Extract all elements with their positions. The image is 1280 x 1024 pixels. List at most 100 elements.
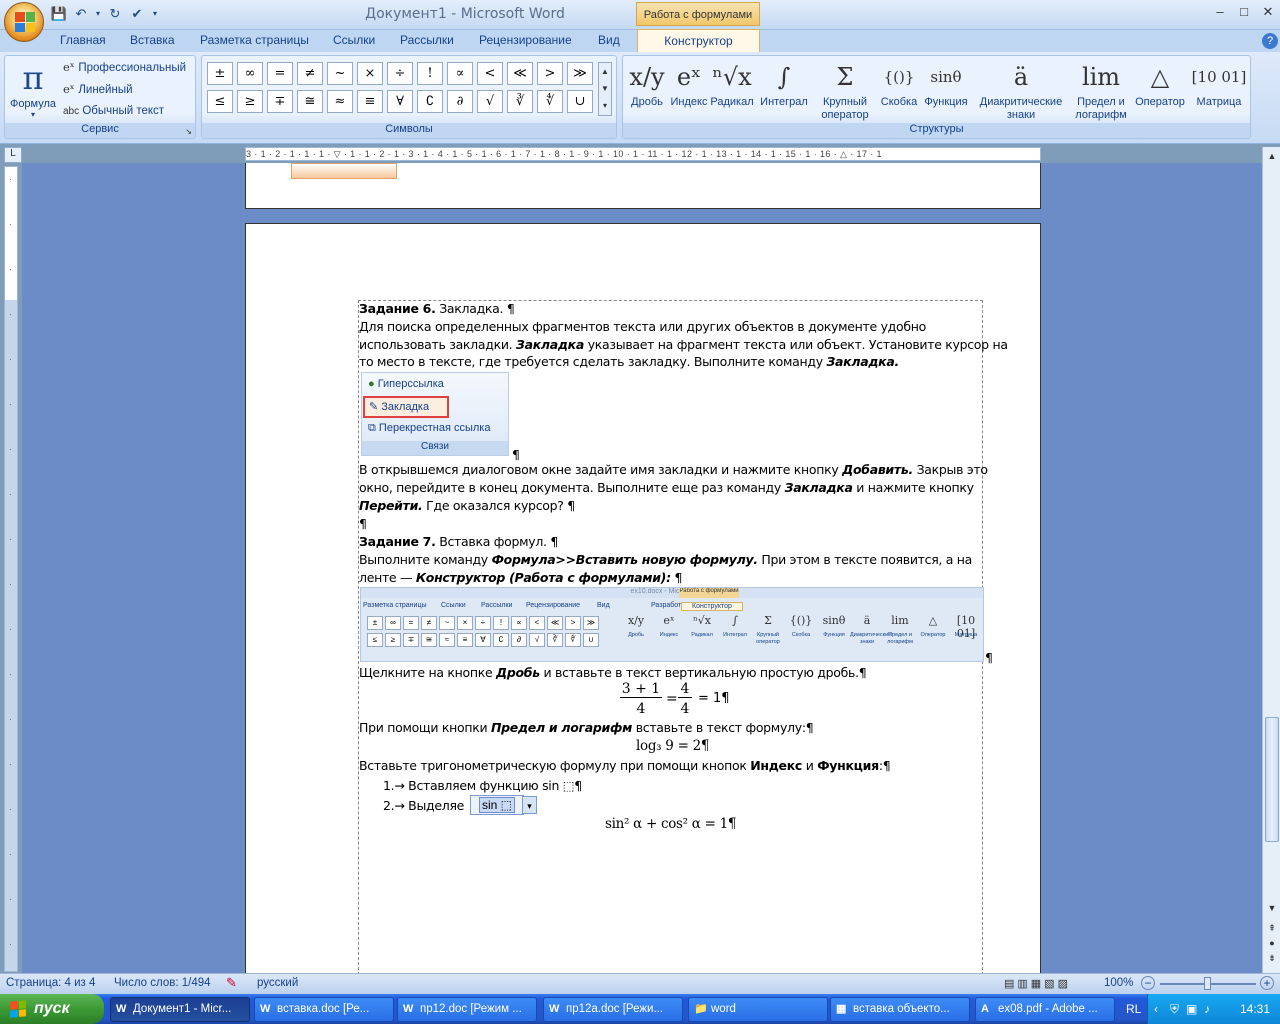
tab-references[interactable]: Ссылки — [333, 33, 375, 47]
symbol-button[interactable]: ∁ — [417, 90, 443, 113]
taskbar-button[interactable]: 📁 word — [688, 997, 828, 1022]
tab-insert[interactable]: Вставка — [130, 33, 175, 47]
ruler-tab-selector[interactable]: L — [4, 147, 22, 163]
symbol-button[interactable]: ≫ — [567, 62, 593, 85]
dialog-launcher-icon[interactable]: ↘ — [185, 127, 192, 136]
symbol-button[interactable]: ÷ — [387, 62, 413, 85]
network-icon[interactable]: ▣ — [1186, 994, 1197, 1024]
scroll-down-icon[interactable]: ▼ — [1265, 903, 1279, 917]
structure-button[interactable]: ∫ Интеграл — [757, 58, 811, 109]
symbol-button[interactable]: ∜ — [537, 90, 563, 113]
tab-design[interactable]: Конструктор — [637, 29, 760, 53]
zoom-in-icon[interactable]: + — [1260, 976, 1274, 990]
symbol-button[interactable]: ≈ — [327, 90, 353, 113]
clock[interactable]: 14:31 — [1240, 994, 1270, 1024]
language-indicator[interactable]: русский — [257, 977, 298, 989]
tab-page-layout[interactable]: Разметка страницы — [200, 33, 309, 47]
tray-collapse-icon[interactable]: ‹ — [1154, 994, 1158, 1024]
structure-button[interactable]: [10 01] Матрица — [1191, 58, 1247, 109]
formula-button[interactable]: π Формула ▾ — [7, 58, 59, 122]
vertical-ruler[interactable]: · · · · · · · · · · · · · · · · · · — [4, 166, 18, 972]
symbol-button[interactable]: > — [537, 62, 563, 85]
taskbar-button[interactable]: Wпр12.doc [Режим ... — [397, 997, 537, 1022]
symbol-button[interactable]: ∓ — [267, 90, 293, 113]
fraction-formula[interactable]: 3 + 1 4 = 4 4 = 1¶ — [620, 681, 760, 721]
trig-formula[interactable]: sin² α + cos² α = 1¶ — [605, 815, 736, 833]
symbol-button[interactable]: ≥ — [237, 90, 263, 113]
undo-dropdown-icon[interactable]: ▾ — [94, 5, 102, 23]
scroll-thumb[interactable] — [1265, 717, 1279, 842]
zoom-out-icon[interactable]: − — [1141, 976, 1155, 990]
plain-text-button[interactable]: abc Обычный текст — [63, 105, 164, 117]
minimize-button[interactable]: – — [1208, 4, 1232, 22]
maximize-button[interactable]: □ — [1232, 4, 1256, 22]
symbol-button[interactable]: ≪ — [507, 62, 533, 85]
symbol-button[interactable]: ≅ — [297, 90, 323, 113]
symbol-button[interactable]: ± — [207, 62, 233, 85]
symbol-button[interactable]: ∛ — [507, 90, 533, 113]
structure-button[interactable]: Σ Крупный оператор — [815, 58, 875, 122]
zoom-level[interactable]: 100% — [1104, 977, 1133, 989]
structure-button[interactable]: lim Предел и логарифм — [1071, 58, 1131, 122]
volume-icon[interactable]: ♪ — [1204, 994, 1210, 1024]
symbol-button[interactable]: ∂ — [447, 90, 473, 113]
equation-options-dropdown[interactable]: ▾ — [522, 796, 537, 814]
view-buttons[interactable]: ▤▥▦▧▨ — [1004, 977, 1099, 990]
shield-icon[interactable]: ⛨ — [1170, 994, 1179, 1024]
spellcheck-icon[interactable]: ✔ — [128, 5, 146, 23]
vertical-scrollbar[interactable]: ▲ ▼ ⇞ ● ⇟ — [1262, 147, 1280, 973]
symbol-button[interactable]: ∪ — [567, 90, 593, 113]
keyboard-language[interactable]: RL — [1126, 994, 1141, 1024]
symbol-button[interactable]: ≠ — [297, 62, 323, 85]
tab-mailings[interactable]: Рассылки — [400, 33, 454, 47]
structure-button[interactable]: {()} Скобка — [879, 58, 919, 109]
symbol-button[interactable]: ! — [417, 62, 443, 85]
start-button[interactable]: пуск — [0, 994, 104, 1024]
symbol-button[interactable]: ∝ — [447, 62, 473, 85]
structure-button[interactable]: ä Диакритические знаки — [973, 58, 1069, 122]
horizontal-ruler[interactable]: 3 · 1 · 2 · 1 · 1 · 1 · ▽ · 1 · 1 · 2 · … — [245, 147, 1041, 161]
taskbar-button[interactable]: Wпр12a.doc [Режи... — [543, 997, 683, 1022]
symbol-button[interactable]: = — [267, 62, 293, 85]
symbol-button[interactable]: ≡ — [357, 90, 383, 113]
zoom-slider-thumb[interactable] — [1204, 977, 1211, 990]
symbol-button[interactable]: < — [477, 62, 503, 85]
structure-button[interactable]: △ Оператор — [1133, 58, 1187, 109]
taskbar-button[interactable]: Wвставка.doc [Ре... — [254, 997, 394, 1022]
prev-page-icon[interactable]: ⇞ — [1265, 923, 1279, 937]
tab-view[interactable]: Вид — [598, 33, 620, 47]
scroll-up-icon[interactable]: ▲ — [1265, 151, 1279, 165]
symbol-button[interactable]: ≤ — [207, 90, 233, 113]
help-icon[interactable]: ? — [1262, 33, 1278, 49]
equation-container[interactable]: sin ⬚ — [470, 795, 524, 815]
structure-button[interactable]: ⁿ√x Радикал — [709, 58, 755, 109]
close-button[interactable]: ✕ — [1256, 4, 1280, 22]
taskbar-button[interactable]: Aex08.pdf - Adobe ... — [975, 997, 1115, 1022]
proofing-icon[interactable]: ✎ — [226, 975, 237, 991]
word-count[interactable]: Число слов: 1/494 — [114, 977, 211, 989]
next-page-icon[interactable]: ⇟ — [1265, 953, 1279, 967]
taskbar-button[interactable]: W Документ1 - Micr... — [110, 997, 250, 1022]
log-formula[interactable]: log₃ 9 = 2¶ — [636, 737, 709, 755]
symbol-button[interactable]: √ — [477, 90, 503, 113]
tab-home[interactable]: Главная — [60, 33, 106, 47]
tab-review[interactable]: Рецензирование — [479, 33, 572, 47]
symbol-button[interactable]: ∞ — [237, 62, 263, 85]
structure-button[interactable]: x/y Дробь — [627, 58, 667, 109]
office-button[interactable] — [4, 2, 44, 42]
professional-button[interactable]: eˣ Профессиональный — [63, 60, 186, 74]
gallery-scroll[interactable]: ▲ ▼ ▾ — [598, 62, 612, 116]
page-counter[interactable]: Страница: 4 из 4 — [6, 977, 95, 989]
symbol-button[interactable]: × — [357, 62, 383, 85]
structure-button[interactable]: eˣ Индекс — [669, 58, 709, 109]
save-icon[interactable]: 💾 — [50, 5, 68, 23]
browse-object-icon[interactable]: ● — [1265, 938, 1279, 952]
symbol-button[interactable]: ~ — [327, 62, 353, 85]
taskbar-button[interactable]: ▦ вставка объекто... — [830, 997, 970, 1022]
structure-button[interactable]: sinθ Функция — [923, 58, 969, 109]
symbol-button[interactable]: ∀ — [387, 90, 413, 113]
customize-qat-icon[interactable]: ▾ — [150, 5, 160, 23]
undo-icon[interactable]: ↶ — [72, 5, 90, 23]
linear-button[interactable]: eˣ Линейный — [63, 82, 133, 96]
redo-icon[interactable]: ↻ — [106, 5, 124, 23]
